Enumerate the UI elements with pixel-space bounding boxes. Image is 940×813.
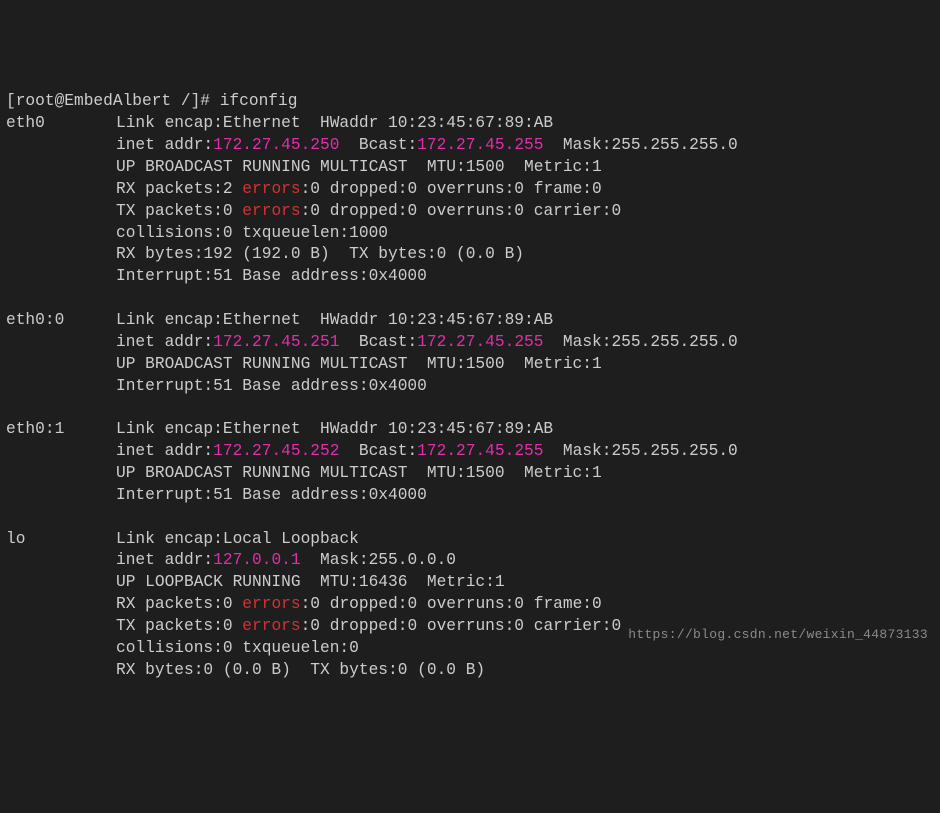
output-text: UP BROADCAST RUNNING MULTICAST MTU:1500 … [116,464,602,482]
output-line: collisions:0 txqueuelen:1000 [6,223,934,245]
output-text: :0 dropped:0 overruns:0 frame:0 [301,180,602,198]
output-text: Mask:255.255.255.0 [543,136,737,154]
magenta-text: 172.27.45.252 [213,442,339,460]
output-text: inet addr: [116,136,213,154]
output-text: RX bytes:0 (0.0 B) TX bytes:0 (0.0 B) [116,661,485,679]
output-line: inet addr:172.27.45.250 Bcast:172.27.45.… [6,135,934,157]
output-text: UP BROADCAST RUNNING MULTICAST MTU:1500 … [116,158,602,176]
output-text: Link encap:Ethernet HWaddr 10:23:45:67:8… [116,311,573,329]
output-line: Interrupt:51 Base address:0x4000 [6,266,934,288]
magenta-text: 172.27.45.255 [417,333,543,351]
output-text: RX packets:0 [116,595,242,613]
output-text: Link encap:Ethernet HWaddr 10:23:45:67:8… [116,114,573,132]
output-text: Link encap:Local Loopback [116,530,378,548]
output-text: TX packets:0 [116,202,242,220]
output-line: inet addr:172.27.45.252 Bcast:172.27.45.… [6,441,934,463]
output-text: Mask:255.0.0.0 [301,551,456,569]
interface-name: eth0 [6,113,116,135]
output-text: :0 dropped:0 overruns:0 carrier:0 [301,202,622,220]
output-text: :0 dropped:0 overruns:0 carrier:0 [301,617,622,635]
output-line: Interrupt:51 Base address:0x4000 [6,376,934,398]
output-text: inet addr: [116,551,213,569]
output-text: collisions:0 txqueuelen:1000 [116,224,398,242]
output-text: Mask:255.255.255.0 [543,442,737,460]
output-text: Bcast: [339,333,417,351]
watermark-text: https://blog.csdn.net/weixin_44873133 [628,626,928,644]
output-text: inet addr: [116,333,213,351]
output-line: loLink encap:Local Loopback [6,529,934,551]
red-text: errors [242,180,300,198]
output-text: Bcast: [339,136,417,154]
output-text: collisions:0 txqueuelen:0 [116,639,369,657]
output-text: TX packets:0 [116,617,242,635]
output-line: eth0Link encap:Ethernet HWaddr 10:23:45:… [6,113,934,135]
output-line: UP BROADCAST RUNNING MULTICAST MTU:1500 … [6,463,934,485]
output-text: Link encap:Ethernet HWaddr 10:23:45:67:8… [116,420,573,438]
output-text: Mask:255.255.255.0 [543,333,737,351]
output-text: Interrupt:51 Base address:0x4000 [116,486,427,504]
magenta-text: 172.27.45.251 [213,333,339,351]
red-text: errors [242,617,300,635]
output-line: eth0:1Link encap:Ethernet HWaddr 10:23:4… [6,419,934,441]
output-line: RX packets:2 errors:0 dropped:0 overruns… [6,179,934,201]
output-text: UP BROADCAST RUNNING MULTICAST MTU:1500 … [116,355,602,373]
magenta-text: 172.27.45.255 [417,442,543,460]
magenta-text: 127.0.0.1 [213,551,300,569]
output-text: RX bytes:192 (192.0 B) TX bytes:0 (0.0 B… [116,245,524,263]
magenta-text: 172.27.45.255 [417,136,543,154]
output-text: UP LOOPBACK RUNNING MTU:16436 Metric:1 [116,573,505,591]
blank-line [6,507,934,529]
output-text: Interrupt:51 Base address:0x4000 [116,267,427,285]
interface-name: lo [6,529,116,551]
output-line: Interrupt:51 Base address:0x4000 [6,485,934,507]
blank-line [6,397,934,419]
output-line: inet addr:127.0.0.1 Mask:255.0.0.0 [6,550,934,572]
output-line: eth0:0Link encap:Ethernet HWaddr 10:23:4… [6,310,934,332]
output-line: TX packets:0 errors:0 dropped:0 overruns… [6,201,934,223]
interface-name: eth0:1 [6,419,116,441]
shell-prompt: [root@EmbedAlbert /]# ifconfig [6,92,297,110]
prompt-line: [root@EmbedAlbert /]# ifconfig [6,91,934,113]
output-text: :0 dropped:0 overruns:0 frame:0 [301,595,602,613]
output-line: inet addr:172.27.45.251 Bcast:172.27.45.… [6,332,934,354]
output-text: RX packets:2 [116,180,242,198]
output-line: RX bytes:0 (0.0 B) TX bytes:0 (0.0 B) [6,660,934,682]
output-line: UP LOOPBACK RUNNING MTU:16436 Metric:1 [6,572,934,594]
output-text: Interrupt:51 Base address:0x4000 [116,377,427,395]
output-line: UP BROADCAST RUNNING MULTICAST MTU:1500 … [6,354,934,376]
interface-name: eth0:0 [6,310,116,332]
output-text: Bcast: [339,442,417,460]
output-line: RX packets:0 errors:0 dropped:0 overruns… [6,594,934,616]
red-text: errors [242,595,300,613]
blank-line [6,288,934,310]
magenta-text: 172.27.45.250 [213,136,339,154]
terminal-output: [root@EmbedAlbert /]# ifconfigeth0Link e… [6,91,934,681]
output-line: RX bytes:192 (192.0 B) TX bytes:0 (0.0 B… [6,244,934,266]
red-text: errors [242,202,300,220]
output-text: inet addr: [116,442,213,460]
output-line: UP BROADCAST RUNNING MULTICAST MTU:1500 … [6,157,934,179]
